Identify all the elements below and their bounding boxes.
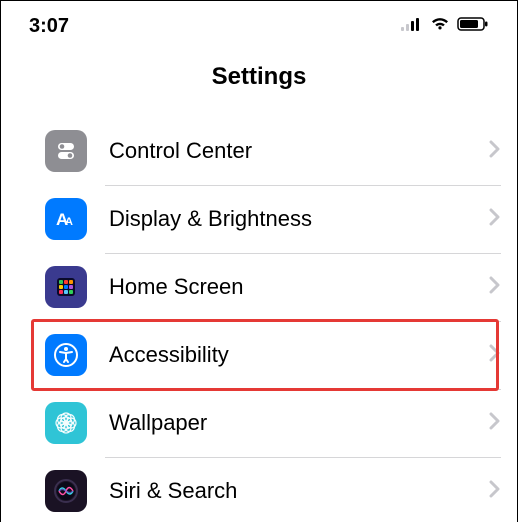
- status-icons: [401, 17, 489, 36]
- row-label: Control Center: [109, 138, 252, 164]
- status-time: 3:07: [29, 15, 69, 38]
- row-display-brightness[interactable]: A A Display & Brightness: [1, 185, 517, 253]
- row-wallpaper[interactable]: Wallpaper: [1, 389, 517, 457]
- accessibility-icon: [45, 334, 87, 376]
- row-label: Siri & Search: [109, 478, 237, 504]
- chevron-right-icon: [489, 276, 501, 299]
- settings-list: Control Center A A Display & Brightness: [1, 117, 517, 525]
- display-brightness-icon: A A: [45, 198, 87, 240]
- chevron-right-icon: [489, 208, 501, 231]
- cellular-signal-icon: [401, 17, 423, 36]
- row-label: Accessibility: [109, 342, 229, 368]
- page-title: Settings: [1, 45, 517, 117]
- chevron-right-icon: [489, 480, 501, 503]
- row-home-screen[interactable]: Home Screen: [1, 253, 517, 321]
- chevron-right-icon: [489, 140, 501, 163]
- row-accessibility[interactable]: Accessibility: [1, 321, 517, 389]
- status-bar: 3:07: [1, 1, 517, 45]
- chevron-right-icon: [489, 344, 501, 367]
- row-label: Display & Brightness: [109, 206, 312, 232]
- row-siri-search[interactable]: Siri & Search: [1, 457, 517, 525]
- battery-icon: [457, 17, 489, 36]
- row-control-center[interactable]: Control Center: [1, 117, 517, 185]
- control-center-icon: [45, 130, 87, 172]
- siri-search-icon: [45, 470, 87, 512]
- chevron-right-icon: [489, 412, 501, 435]
- wallpaper-icon: [45, 402, 87, 444]
- wifi-icon: [430, 17, 450, 36]
- home-screen-icon: [45, 266, 87, 308]
- row-label: Wallpaper: [109, 410, 207, 436]
- svg-text:A: A: [65, 216, 73, 228]
- row-label: Home Screen: [109, 274, 244, 300]
